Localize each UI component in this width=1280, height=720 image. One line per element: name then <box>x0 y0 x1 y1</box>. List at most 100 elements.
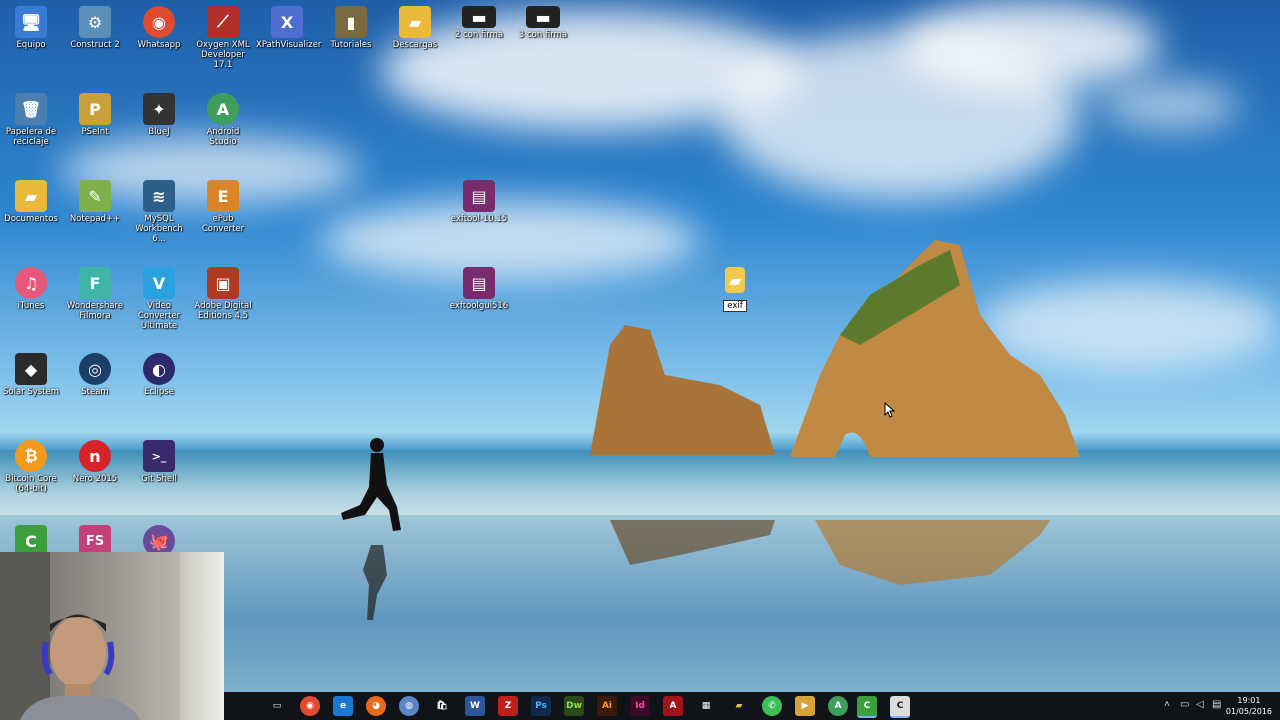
desktop-icon-exftool-10-15[interactable]: ▤ exftool-10.15 <box>448 180 510 224</box>
icon-label: BlueJ <box>148 127 170 137</box>
adobe-digital-editions-icon: ▣ <box>207 267 239 299</box>
file-explorer-taskbar-button[interactable]: ▰ <box>729 696 749 716</box>
icon-label: 2 con firma <box>454 30 504 40</box>
desktop-icon-android-studio[interactable]: A Android Studio <box>192 93 254 147</box>
chrome-taskbar-button[interactable]: ◉ <box>300 696 320 716</box>
word-taskbar-button[interactable]: W <box>465 696 485 716</box>
desktop-icon-oxygen-xml[interactable]: ⟋ Oxygen XML Developer 17.1 <box>192 6 254 70</box>
icon-label: Nero 2015 <box>72 474 118 484</box>
desktop-icon-exftoolgui516[interactable]: ▤ exftoolgui516 <box>448 267 510 311</box>
calculator-taskbar-button[interactable]: ▦ <box>696 696 716 716</box>
icon-label: Eclipse <box>144 387 174 397</box>
icon-label: Bitcoin Core (64-bit) <box>5 474 57 494</box>
photoshop-taskbar-button[interactable]: Ps <box>531 696 551 716</box>
icon-label: Wondershare Filmora <box>66 301 124 321</box>
desktop-icon-eclipse[interactable]: ◐ Eclipse <box>128 353 190 397</box>
store-taskbar-button[interactable]: 🛍 <box>432 696 452 716</box>
desktop-icon-bluej[interactable]: ✦ BlueJ <box>128 93 190 137</box>
terminal-taskbar-button[interactable]: C <box>890 696 910 718</box>
video-thumbnail-icon: ▬ <box>526 6 560 28</box>
notepad-icon: ✎ <box>79 180 111 212</box>
desktop-icon-2-con-firma[interactable]: ▬ 2 con firma <box>448 6 510 40</box>
desktop-icon-construct-2[interactable]: ⚙ Construct 2 <box>64 6 126 50</box>
filezilla-taskbar-button[interactable]: Z <box>498 696 518 716</box>
acrobat-taskbar-button[interactable]: A <box>663 696 683 716</box>
desktop-icon-3-con-firma[interactable]: ▬ 3 con firma <box>512 6 574 40</box>
desktop-icon-mysql-workbench[interactable]: ≋ MySQL Workbench 6... <box>128 180 190 244</box>
desktop-icon-documentos[interactable]: ▰ Documentos <box>0 180 62 224</box>
desktop-icon-steam[interactable]: ◎ Steam <box>64 353 126 397</box>
desktop-icon-tutoriales[interactable]: ▮ Tutoriales <box>320 6 382 50</box>
construct-icon: ⚙ <box>79 6 111 38</box>
git-shell-icon: >_ <box>143 440 175 472</box>
globe-taskbar-button[interactable]: ◍ <box>399 696 419 716</box>
winrar-archive-icon: ▤ <box>463 267 495 299</box>
oxygen-icon: ⟋ <box>207 6 239 38</box>
firefox-taskbar-button[interactable]: ◕ <box>366 696 386 716</box>
android-studio-taskbar-button[interactable]: A <box>828 696 848 716</box>
desktop-icon-notepad-plus-plus[interactable]: ✎ Notepad++ <box>64 180 126 224</box>
show-hidden-icons-chevron-icon[interactable]: ˄ <box>1164 699 1170 710</box>
icon-label: Descargas <box>392 40 438 50</box>
icon-label: Adobe Digital Editions 4.5 <box>194 301 252 321</box>
icon-label: Whatsapp <box>137 40 181 50</box>
dreamweaver-taskbar-button[interactable]: Dw <box>564 696 584 716</box>
construct-taskbar-button[interactable]: C <box>857 696 877 718</box>
notifications-icon[interactable]: ▤ <box>1212 699 1221 710</box>
video-thumbnail-icon: ▬ <box>462 6 496 28</box>
task-view-button[interactable]: ▭ <box>267 696 287 716</box>
illustrator-taskbar-button[interactable]: Ai <box>597 696 617 716</box>
folder-icon: ▰ <box>15 180 47 212</box>
desktop-icon-git-shell[interactable]: >_ Git Shell <box>128 440 190 484</box>
pseint-icon: P <box>79 93 111 125</box>
whatsapp-taskbar-button[interactable]: ✆ <box>762 696 782 716</box>
icon-label: Documentos <box>4 214 58 224</box>
desktop-icon-whatsapp[interactable]: ◉ Whatsapp <box>128 6 190 50</box>
icon-label: Notepad++ <box>69 214 121 224</box>
unity-icon: ◆ <box>15 353 47 385</box>
webcam-person <box>20 614 140 720</box>
steam-icon: ◎ <box>79 353 111 385</box>
chrome-icon: ◉ <box>143 6 175 38</box>
desktop-icon-adobe-digital-editions[interactable]: ▣ Adobe Digital Editions 4.5 <box>192 267 254 321</box>
desktop-icon-pseint[interactable]: P PSeInt <box>64 93 126 137</box>
recycle-bin-icon: 🗑 <box>15 93 47 125</box>
desktop-icon-solar-system[interactable]: ◆ Solar System <box>0 353 62 397</box>
xpath-icon: X <box>271 6 303 38</box>
desktop-icon-itunes[interactable]: ♫ iTunes <box>0 267 62 311</box>
desktop-icon-exif-folder[interactable]: ▰ exif <box>704 267 766 313</box>
network-icon[interactable]: ▭ <box>1180 699 1189 710</box>
media-taskbar-button[interactable]: ▶ <box>795 696 815 716</box>
folder-icon: ▰ <box>725 267 745 293</box>
rock-formations <box>590 240 1080 585</box>
icon-label: Papelera de reciclaje <box>5 127 57 147</box>
icon-label-editing[interactable]: exif <box>723 300 747 312</box>
icon-label: iTunes <box>17 301 45 311</box>
icon-label: XPathVisualizer <box>256 40 322 50</box>
itunes-icon: ♫ <box>15 267 47 299</box>
indesign-taskbar-button[interactable]: Id <box>630 696 650 716</box>
bluej-icon: ✦ <box>143 93 175 125</box>
desktop-icon-papelera[interactable]: 🗑 Papelera de reciclaje <box>0 93 62 147</box>
folder-icon: ▰ <box>399 6 431 38</box>
desktop-icon-equipo[interactable]: 🖥 Equipo <box>0 6 62 50</box>
clock-time: 19:01 <box>1237 696 1261 705</box>
runner-silhouette <box>341 438 401 620</box>
desktop-icon-epub-converter[interactable]: E ePub Converter <box>192 180 254 234</box>
desktop-icon-video-converter[interactable]: V Video Converter Ultimate <box>128 267 190 331</box>
desktop-icon-xpathvisualizer[interactable]: X XPathVisualizer <box>256 6 322 50</box>
icon-label: exftool-10.15 <box>450 214 508 224</box>
desktop-icon-descargas[interactable]: ▰ Descargas <box>384 6 446 50</box>
icon-label: exftoolgui516 <box>449 301 509 311</box>
taskbar: ▭ ◉ e ◕ ◍ 🛍 W Z Ps Dw Ai Id A ▦ ▰ ✆ ▶ A … <box>224 692 1280 720</box>
winrar-archive-icon: ▤ <box>463 180 495 212</box>
desktop-icon-nero-2015[interactable]: n Nero 2015 <box>64 440 126 484</box>
desktop-icon-bitcoin-core[interactable]: ₿ Bitcoin Core (64-bit) <box>0 440 62 494</box>
filmora-icon: F <box>79 267 111 299</box>
volume-icon[interactable]: ◁ <box>1196 699 1204 710</box>
clock[interactable]: 19:01 01/05/2016 <box>1226 695 1272 717</box>
desktop-icon-filmora[interactable]: F Wondershare Filmora <box>64 267 126 321</box>
edge-taskbar-button[interactable]: e <box>333 696 353 716</box>
webcam-overlay <box>0 552 224 720</box>
icon-label: Steam <box>81 387 109 397</box>
